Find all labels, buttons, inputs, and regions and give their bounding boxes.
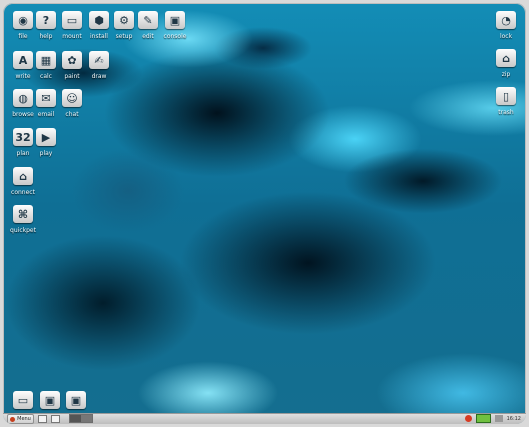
monitor-icon: ▣: [165, 11, 185, 29]
lock-icon: ◔: [496, 11, 516, 29]
menu-icon: [10, 416, 16, 422]
desktop-icon-lock[interactable]: ◔ lock: [486, 11, 526, 40]
system-tray: 16:12: [464, 414, 521, 423]
clock[interactable]: 16:12: [507, 416, 521, 422]
menu-label: Menu: [17, 416, 31, 422]
desktop-label: zip: [501, 71, 511, 78]
pet-icon: ⌘: [13, 205, 33, 223]
home-icon[interactable]: [38, 415, 47, 423]
desktop-label: lock: [499, 33, 513, 40]
desktop-label: quickpet: [10, 227, 36, 234]
workspace-2[interactable]: [81, 415, 92, 422]
minimize-icon[interactable]: [51, 415, 60, 423]
desktop-label: console: [163, 33, 187, 40]
desktop-icon-quickpet[interactable]: ⌘ quickpet: [3, 205, 43, 234]
desktop-icon-play[interactable]: ▶ play: [26, 128, 66, 157]
network-icon: ⌂: [13, 167, 33, 185]
workspace-pager[interactable]: [69, 414, 93, 423]
network-status-icon[interactable]: [464, 415, 472, 422]
disk-icon: ▣: [66, 391, 86, 409]
desktop-icon-draw[interactable]: ✍ draw: [79, 51, 119, 80]
menu-button[interactable]: Menu: [7, 414, 34, 424]
desktop-label: draw: [91, 73, 107, 80]
desktop-label: trash: [498, 109, 514, 116]
desktop-icon-connect[interactable]: ⌂ connect: [3, 167, 43, 196]
desktop-icon-chat[interactable]: ☺ chat: [52, 89, 92, 118]
desktop-icon-console[interactable]: ▣ console: [155, 11, 195, 40]
media-icon: ▶: [36, 128, 56, 146]
draw-icon: ✍: [89, 51, 109, 69]
chat-icon: ☺: [62, 89, 82, 107]
workspace-1[interactable]: [70, 415, 81, 422]
battery-icon[interactable]: [475, 414, 491, 423]
desktop-icon-zip[interactable]: ⌂ zip: [486, 49, 526, 78]
desktop-label: play: [39, 150, 53, 157]
desktop-icon-trash[interactable]: ▯ trash: [486, 87, 526, 116]
desktop-label: chat: [65, 111, 79, 118]
desktop-label: connect: [11, 189, 35, 196]
desktop-frame: ◉ file ? help ▭ mount ⬢ install ⚙ setup …: [3, 3, 526, 424]
volume-icon[interactable]: [494, 415, 503, 422]
zip-icon: ⌂: [496, 49, 516, 67]
trash-icon: ▯: [496, 87, 516, 105]
taskbar: Menu 16:12: [3, 413, 526, 424]
